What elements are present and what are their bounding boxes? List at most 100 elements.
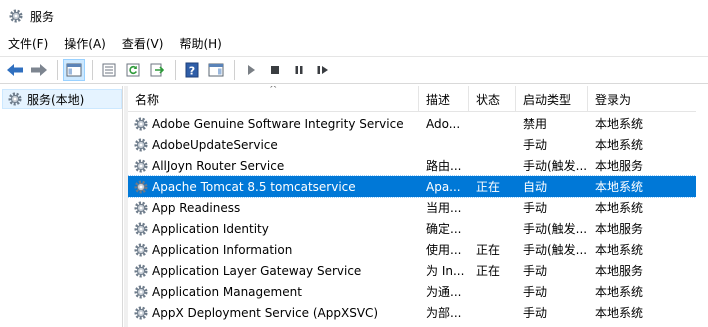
svg-text:?: ? <box>189 65 195 78</box>
service-description: 使用... <box>426 243 462 257</box>
service-log-on-as: 本地服务 <box>595 264 644 278</box>
table-row[interactable]: AllJoyn Router Service 路由... 手动(触发... 本地服务 <box>128 155 708 176</box>
start-service-icon <box>248 65 255 75</box>
service-startup-type: 手动 <box>523 306 548 320</box>
service-status: 正在 <box>476 243 501 257</box>
export-button[interactable] <box>146 59 168 81</box>
service-log-on-as: 本地系统 <box>595 306 644 320</box>
menu-action[interactable]: 操作(A) <box>58 34 112 54</box>
table-row[interactable]: Apache Tomcat 8.5 tomcatservice Apa... 正在 自… <box>128 175 708 198</box>
window-title: 服务 <box>30 9 55 24</box>
restart-service-button[interactable] <box>312 59 334 81</box>
tree-item-services-local[interactable]: 服务(本地) <box>2 89 122 109</box>
service-name-cell: Apache Tomcat 8.5 tomcatservice <box>128 179 419 195</box>
service-log-on-as: 本地系统 <box>595 117 644 131</box>
table-row[interactable]: Application Management 为通... 手动 本地系统 <box>128 281 708 302</box>
gear-icon <box>133 242 149 258</box>
service-name-cell: AllJoyn Router Service <box>128 158 419 174</box>
forward-button[interactable] <box>28 59 50 81</box>
service-description: 为 In... <box>426 264 465 278</box>
sort-ascending-icon: ^ <box>269 86 278 95</box>
action-pane-icon <box>208 63 224 77</box>
service-startup-type: 禁用 <box>523 117 548 131</box>
service-name: Apache Tomcat 8.5 tomcatservice <box>152 179 356 194</box>
table-row[interactable]: AppX Deployment Service (AppXSVC) 为部... 手动… <box>128 302 708 323</box>
properties-icon <box>102 63 116 77</box>
service-name: Application Information <box>152 242 293 257</box>
service-log-on-as: 本地服务 <box>595 222 644 236</box>
back-button[interactable] <box>4 59 26 81</box>
gear-icon <box>133 200 149 216</box>
table-row[interactable]: Application Identity 确定... 手动(触发... 本地服务 <box>128 218 708 239</box>
service-startup-type: 手动(触发... <box>523 159 588 173</box>
service-name-cell: App Readiness <box>128 200 419 216</box>
pause-service-icon <box>295 66 303 74</box>
stop-service-icon <box>271 66 279 74</box>
back-icon <box>7 64 23 76</box>
service-startup-type: 手动(触发... <box>523 222 588 236</box>
show-hide-tree-button[interactable] <box>63 59 85 81</box>
menu-help[interactable]: 帮助(H) <box>173 34 227 54</box>
service-startup-type: 手动(触发... <box>523 243 588 257</box>
gear-icon <box>133 158 149 174</box>
stop-service-button[interactable] <box>264 59 286 81</box>
start-service-button[interactable] <box>240 59 262 81</box>
menu-file[interactable]: 文件(F) <box>2 34 54 54</box>
gear-icon <box>133 179 149 195</box>
service-name: AppX Deployment Service (AppXSVC) <box>152 305 379 320</box>
service-name: Application Layer Gateway Service <box>152 263 362 278</box>
refresh-button[interactable] <box>122 59 144 81</box>
service-name-cell: Application Identity <box>128 221 419 237</box>
gear-icon <box>7 91 23 107</box>
restart-service-icon <box>317 66 328 74</box>
table-row[interactable]: App Readiness 当用... 手动 本地系统 <box>128 197 708 218</box>
gear-icon <box>133 221 149 237</box>
tree-item-label: 服务(本地) <box>27 92 85 107</box>
service-startup-type: 自动 <box>523 180 548 194</box>
help-icon: ? <box>185 62 199 78</box>
menu-view[interactable]: 查看(V) <box>116 34 170 54</box>
pause-service-button[interactable] <box>288 59 310 81</box>
action-pane-button[interactable] <box>205 59 227 81</box>
service-name: Adobe Genuine Software Integrity Service <box>152 116 404 131</box>
column-header-name[interactable]: ^ 名称 <box>128 86 419 112</box>
service-log-on-as: 本地系统 <box>595 285 644 299</box>
service-startup-type: 手动 <box>523 138 548 152</box>
help-button[interactable]: ? <box>181 59 203 81</box>
service-description: 为通... <box>426 285 462 299</box>
service-status: 正在 <box>476 180 501 194</box>
table-row[interactable]: Application Information 使用... 正在 手动(触发... 本地… <box>128 239 708 260</box>
service-description: 确定... <box>426 222 462 236</box>
column-header-startup-type[interactable]: 启动类型 <box>516 86 588 112</box>
service-status: 正在 <box>476 264 501 278</box>
service-startup-type: 手动 <box>523 285 548 299</box>
service-startup-type: 手动 <box>523 201 548 215</box>
service-startup-type: 手动 <box>523 264 548 278</box>
table-row[interactable]: AdobeUpdateService 手动 本地系统 <box>128 134 708 155</box>
gear-icon <box>133 305 149 321</box>
vertical-scrollbar[interactable] <box>696 86 708 327</box>
service-rows: Adobe Genuine Software Integrity Service… <box>128 113 708 323</box>
gear-icon <box>8 8 24 24</box>
toolbar: ? <box>0 56 708 84</box>
table-row[interactable]: Application Layer Gateway Service 为 In...… <box>128 260 708 281</box>
export-icon <box>150 63 164 77</box>
refresh-icon <box>126 63 140 77</box>
service-log-on-as: 本地系统 <box>595 243 644 257</box>
service-name: AllJoyn Router Service <box>152 158 285 173</box>
services-list: ^ 名称 描述 状态 启动类型 登录为 Adobe Genuine Softwa… <box>128 86 708 327</box>
title-bar: 服务 <box>0 0 708 32</box>
table-row[interactable]: Adobe Genuine Software Integrity Service… <box>128 113 708 134</box>
show-hide-tree-icon <box>66 63 82 77</box>
properties-button[interactable] <box>98 59 120 81</box>
column-header-description[interactable]: 描述 <box>419 86 469 112</box>
column-headers: ^ 名称 描述 状态 启动类型 登录为 <box>128 86 708 112</box>
column-header-log-on-as[interactable]: 登录为 <box>588 86 648 112</box>
column-header-status[interactable]: 状态 <box>469 86 516 112</box>
service-name: Application Identity <box>152 221 269 236</box>
service-log-on-as: 本地服务 <box>595 159 644 173</box>
service-name-cell: Application Management <box>128 284 419 300</box>
service-name: Application Management <box>152 284 302 299</box>
service-name-cell: Adobe Genuine Software Integrity Service <box>128 116 419 132</box>
service-description: Ado... <box>426 116 461 131</box>
